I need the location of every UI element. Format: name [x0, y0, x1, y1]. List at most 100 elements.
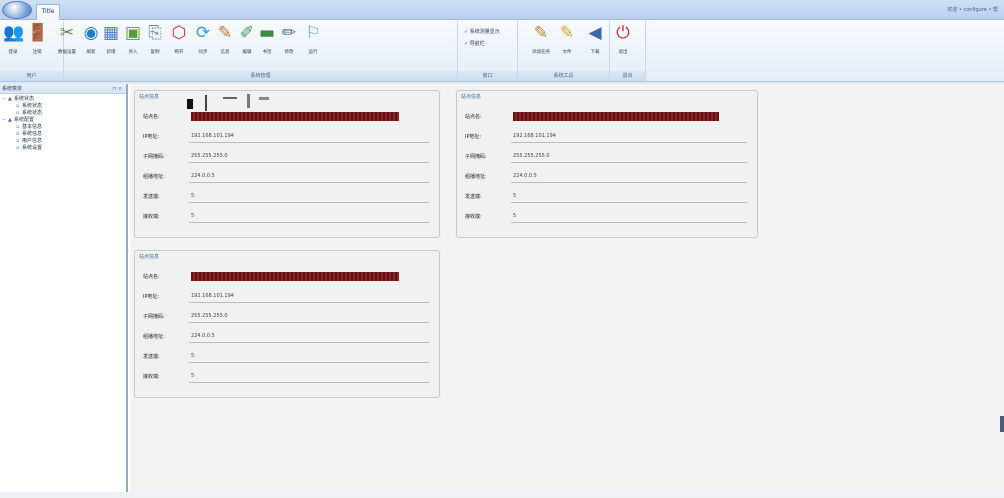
field-underline [511, 222, 747, 223]
import-button[interactable]: ▣ 导入 [122, 23, 144, 61]
users-button[interactable]: 👥 登录 [2, 23, 24, 61]
field-value[interactable]: 5 [191, 193, 194, 199]
ribbon-toolbar: 用户 系统管理 窗口 系统工具 退出 👥 登录 🚪 注销 ✂ 数据设置 ◉ 刷新 ▦ 新增 ▣ 导入 ⎘… [0, 20, 1004, 82]
button-label: 复制 [150, 50, 160, 55]
field-underline [189, 322, 429, 323]
field-value[interactable]: 5 [191, 213, 194, 219]
tree-item[interactable]: ▫ 系统信息 [0, 131, 126, 138]
pen-button[interactable]: ✏ 修改 [278, 23, 300, 61]
bookmark-button[interactable]: ▬ 书签 [256, 23, 278, 61]
field-value[interactable]: 5 [513, 213, 516, 219]
button-label: 数据设置 [58, 50, 76, 55]
field-row: 站点名: [143, 111, 429, 123]
field-value[interactable]: 5 [191, 373, 194, 379]
panel-title: 站点信息 [139, 94, 160, 100]
tree-item[interactable]: ▫ 用户信息 [0, 138, 126, 145]
field-row: 站点名: [465, 111, 747, 123]
tree-item[interactable]: ▫ 基本信息 [0, 124, 126, 131]
redacted-value [191, 272, 399, 281]
field-underline [189, 222, 429, 223]
tree-item-label: 系统信息 [22, 131, 43, 137]
tree-item[interactable]: ▫ 系统状态 [0, 110, 126, 117]
button-label: 运行 [308, 50, 318, 55]
field-row: 接收端: 5 [143, 371, 429, 383]
station-panel: 站点信息 站点名: IP地址: 192.168.101.194 子网掩码: 255.255… [456, 90, 758, 238]
field-underline [189, 342, 429, 343]
edit-icon: ✐ [239, 23, 255, 43]
user-info[interactable]: 欢迎 • configure • 帮 [947, 6, 998, 13]
field-row: 站点名: [143, 271, 429, 283]
group-label: 退出 [610, 71, 645, 81]
run-button[interactable]: ⚐ 运行 [302, 23, 324, 61]
tree-item-label: 用户信息 [22, 138, 43, 144]
field-value[interactable]: 224.0.0.5 [191, 173, 215, 179]
tree-item[interactable]: − ▲ 系统配置 [0, 117, 126, 124]
pen-icon: ✏ [281, 23, 297, 43]
group-label: 用户 [0, 71, 63, 81]
field-value[interactable]: 5 [513, 193, 516, 199]
download-button[interactable]: ◀ 下载 [584, 23, 606, 61]
logout-button[interactable]: 🚪 注销 [26, 23, 48, 61]
button-label: 新增 [106, 50, 116, 55]
field-label: 子网掩码: [143, 314, 165, 320]
field-value[interactable]: 192.168.101.194 [191, 293, 234, 299]
field-label: 接收端: [143, 374, 160, 380]
group-label: 系统管理 [64, 71, 457, 81]
field-label: 组播地址: [465, 174, 487, 180]
tree-item-label: 系统状态 [22, 110, 43, 116]
exit-button[interactable]: ⏻ 退出 [612, 23, 634, 61]
field-row: 接收端: 5 [465, 211, 747, 223]
field-row: IP地址: 192.168.101.194 [143, 131, 429, 143]
panel-title: 站点信息 [139, 254, 160, 260]
tools-button[interactable]: ✂ 数据设置 [56, 23, 78, 61]
button-label: 修改 [284, 50, 294, 55]
pin-close-icon[interactable]: ⊓ × [112, 84, 122, 94]
field-underline [511, 162, 747, 163]
field-value[interactable]: 224.0.0.5 [513, 173, 537, 179]
sync-button[interactable]: ⟳ 同步 [192, 23, 214, 61]
field-value[interactable]: 192.168.101.194 [191, 133, 234, 139]
group-label: 窗口 [458, 71, 517, 81]
field-label: IP地址: [465, 134, 482, 140]
stop-button[interactable]: ⬡ 断开 [168, 23, 190, 61]
info-button[interactable]: ✎ 信息 [214, 23, 236, 61]
list-button[interactable]: ▦ 新增 [100, 23, 122, 61]
edit-button[interactable]: ✐ 编辑 [236, 23, 258, 61]
folder-button[interactable]: ✎ 文件 [556, 23, 578, 61]
panel-title: 站点信息 [461, 94, 482, 100]
tree-item[interactable]: ▫ 系统状态 [0, 103, 126, 110]
button-label: 同步 [198, 50, 208, 55]
field-value[interactable]: 192.168.101.194 [513, 133, 556, 139]
button-label: 文件 [562, 50, 572, 55]
app-menu-button[interactable] [2, 1, 32, 19]
taskbar-tray[interactable] [1000, 416, 1004, 432]
folder-icon: ✎ [559, 23, 575, 43]
task-button[interactable]: ✎ 添加任务 [530, 23, 552, 61]
run-icon: ⚐ [305, 23, 321, 43]
field-row: 发送端: 5 [143, 351, 429, 363]
field-label: 接收端: [465, 214, 482, 220]
field-underline [189, 182, 429, 183]
field-value[interactable]: 224.0.0.5 [191, 333, 215, 339]
field-value[interactable]: 255.255.255.0 [513, 153, 550, 159]
station-panel: 站点信息 站点名: IP地址: 192.168.101.194 子网掩码: 255.255… [134, 250, 440, 398]
field-underline [189, 202, 429, 203]
copy-button[interactable]: ⎘ 复制 [144, 23, 166, 61]
field-value[interactable]: 255.255.255.0 [191, 313, 228, 319]
refresh-button[interactable]: ◉ 刷新 [80, 23, 102, 61]
field-label: 站点名: [143, 274, 160, 280]
tree-item[interactable]: ▫ 系统设置 [0, 145, 126, 152]
checkbox-navbar[interactable]: ✓ 导航栏 [464, 40, 485, 47]
field-label: IP地址: [143, 134, 160, 140]
tree-item[interactable]: − ▲ 系统状态 [0, 96, 126, 103]
field-value[interactable]: 255.255.255.0 [191, 153, 228, 159]
button-label: 退出 [618, 50, 628, 55]
exit-icon: ⏻ [616, 23, 630, 43]
checkbox-measure[interactable]: ✓ 系统测量显示 [464, 28, 500, 35]
tab-main[interactable]: Title [36, 4, 60, 20]
field-value[interactable]: 5 [191, 353, 194, 359]
redacted-value [191, 112, 399, 121]
field-row: 发送端: 5 [143, 191, 429, 203]
title-bar: Title 欢迎 • configure • 帮 [0, 0, 1004, 20]
field-row: 发送端: 5 [465, 191, 747, 203]
